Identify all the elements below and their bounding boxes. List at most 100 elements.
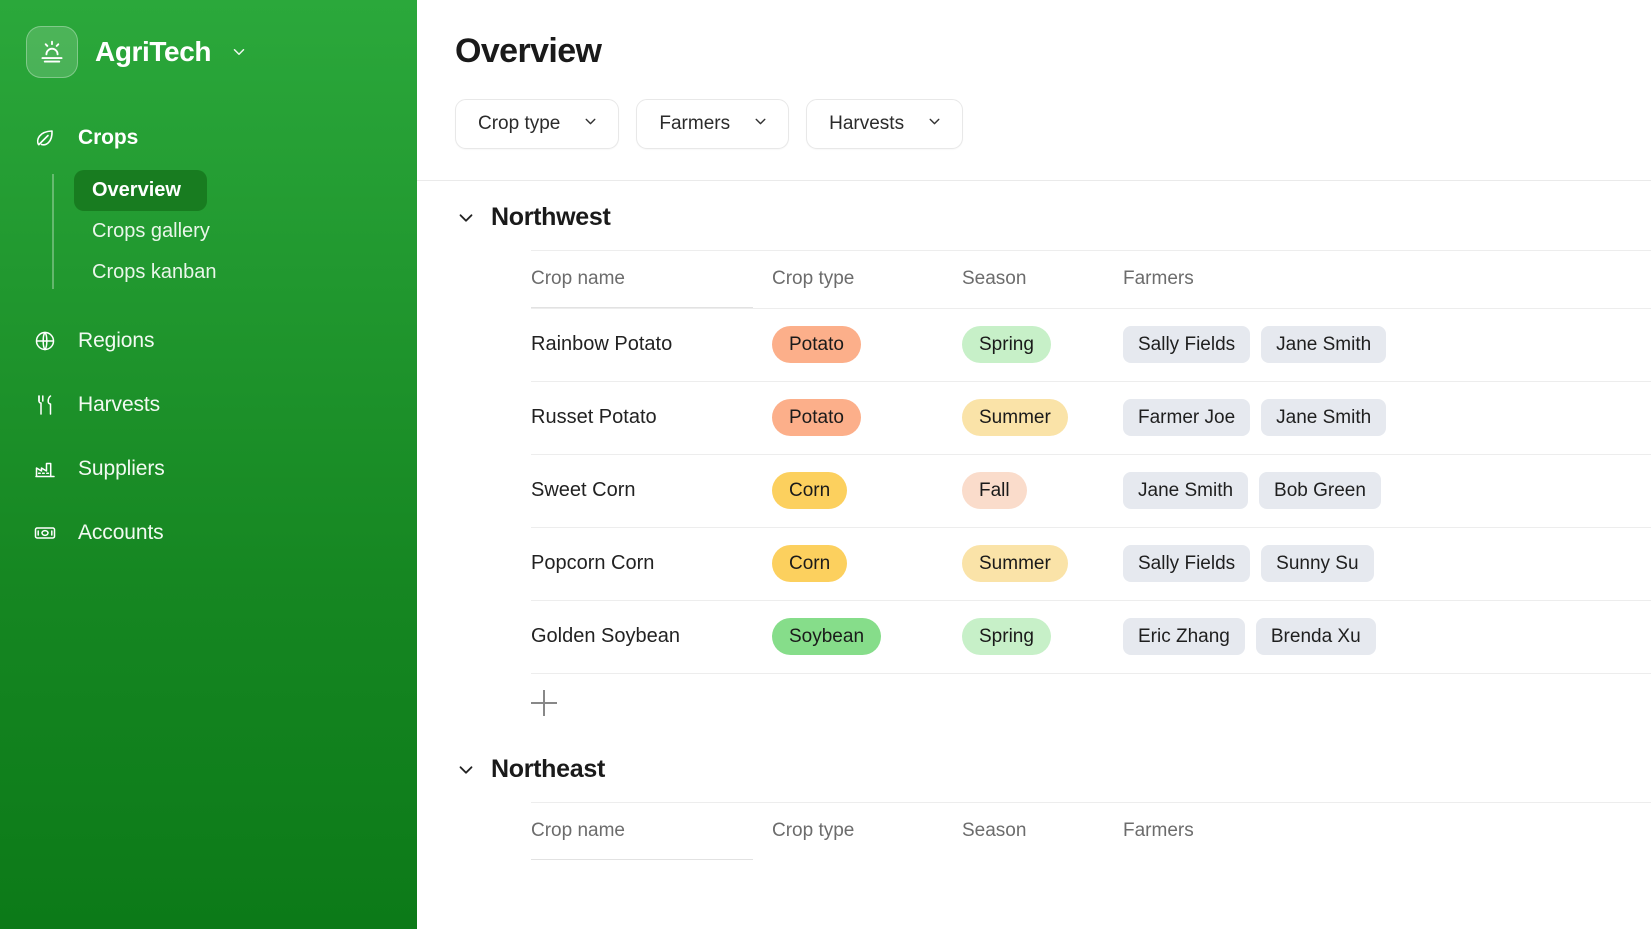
filter-crop-type-button[interactable]: Crop type: [455, 99, 620, 149]
column-header-season[interactable]: Season: [962, 268, 1123, 290]
cell-farmers: Farmer Joe Jane Smith: [1123, 399, 1651, 436]
cell-farmers: Eric Zhang Brenda Xu: [1123, 618, 1651, 655]
farmer-chip: Brenda Xu: [1255, 618, 1376, 655]
table-row[interactable]: Golden Soybean Soybean Spring Eric Zhang…: [531, 600, 1651, 673]
season-badge: Spring: [962, 618, 1051, 655]
leaf-icon: [32, 125, 58, 151]
globe-icon: [32, 328, 58, 354]
section-northeast: Northeast Crop name Crop type Season Far…: [417, 733, 1651, 860]
column-header-crop-name[interactable]: Crop name: [531, 820, 772, 842]
sidebar-item-crops-kanban[interactable]: Crops kanban: [74, 252, 395, 293]
farmer-chip: Jane Smith: [1123, 472, 1249, 509]
crop-type-badge: Soybean: [772, 618, 882, 655]
cell-season: Spring: [962, 326, 1123, 363]
crops-table-northeast: Crop name Crop type Season Farmers: [417, 802, 1651, 860]
table-row[interactable]: Rainbow Potato Potato Spring Sally Field…: [531, 308, 1651, 381]
sidebar-item-crops-gallery[interactable]: Crops gallery: [74, 211, 395, 252]
farmer-chip: Farmer Joe: [1123, 399, 1251, 436]
crop-type-badge: Corn: [772, 472, 848, 509]
season-badge: Fall: [962, 472, 1027, 509]
sidebar-item-label: Suppliers: [78, 457, 165, 480]
section-header[interactable]: Northwest: [417, 203, 1651, 232]
sidebar: AgriTech Crops Overview Crops gallery Cr…: [0, 0, 417, 929]
column-header-crop-type[interactable]: Crop type: [772, 820, 962, 842]
filter-label: Crop type: [478, 113, 561, 134]
sidebar-item-crops[interactable]: Crops: [0, 116, 417, 160]
farmer-chip: Jane Smith: [1261, 326, 1387, 363]
filter-harvests-button[interactable]: Harvests: [806, 99, 964, 149]
cell-farmers: Sally Fields Jane Smith: [1123, 326, 1651, 363]
cell-crop-name: Golden Soybean: [531, 625, 681, 647]
cell-crop-type: Soybean: [772, 618, 962, 655]
season-badge: Spring: [962, 326, 1051, 363]
sunrise-icon: [26, 26, 78, 78]
season-badge: Summer: [962, 399, 1068, 436]
page-title: Overview: [455, 32, 602, 70]
cell-crop-name: Russet Potato: [531, 406, 657, 428]
chevron-down-icon: [926, 113, 943, 136]
sidebar-item-accounts[interactable]: Accounts: [0, 501, 417, 565]
crop-type-badge: Potato: [772, 326, 861, 363]
column-header-crop-type[interactable]: Crop type: [772, 268, 962, 290]
farmer-chip: Eric Zhang: [1123, 618, 1245, 655]
table-row[interactable]: Sweet Corn Corn Fall Jane Smith Bob Gree…: [531, 454, 1651, 527]
column-header-crop-name[interactable]: Crop name: [531, 268, 772, 290]
crop-type-badge: Corn: [772, 545, 848, 582]
cell-crop-name: Popcorn Corn: [531, 552, 655, 574]
sidebar-item-harvests[interactable]: Harvests: [0, 373, 417, 437]
plus-icon: [531, 690, 557, 716]
brand-name: AgriTech: [95, 36, 212, 67]
cell-crop-type: Potato: [772, 399, 962, 436]
table-row[interactable]: Russet Potato Potato Summer Farmer Joe J…: [531, 381, 1651, 454]
crop-type-badge: Potato: [772, 399, 861, 436]
filter-label: Farmers: [659, 113, 731, 134]
chevron-down-icon[interactable]: [455, 207, 477, 229]
section-title: Northwest: [491, 203, 611, 231]
sidebar-item-label: Harvests: [78, 393, 161, 416]
chevron-down-icon: [752, 113, 769, 136]
farmer-chip: Sunny Su: [1261, 545, 1374, 582]
cell-season: Fall: [962, 472, 1123, 509]
main-content: Overview Crop type Farmers Harvests Nort…: [417, 0, 1651, 929]
brand-header[interactable]: AgriTech: [0, 0, 417, 78]
cell-farmers: Jane Smith Bob Green: [1123, 472, 1651, 509]
cell-crop-name: Rainbow Potato: [531, 333, 673, 355]
section-header[interactable]: Northeast: [417, 755, 1651, 784]
cell-season: Summer: [962, 399, 1123, 436]
cell-season: Summer: [962, 545, 1123, 582]
sidebar-subnav-crops: Overview Crops gallery Crops kanban: [0, 170, 417, 293]
cell-crop-type: Corn: [772, 545, 962, 582]
section-northwest: Northwest Crop name Crop type Season Far…: [417, 181, 1651, 733]
farmer-chip: Jane Smith: [1261, 399, 1387, 436]
cell-crop-name: Sweet Corn: [531, 479, 636, 501]
sidebar-item-suppliers[interactable]: Suppliers: [0, 437, 417, 501]
chevron-down-icon[interactable]: [455, 759, 477, 781]
column-header-season[interactable]: Season: [962, 820, 1123, 842]
cell-crop-type: Potato: [772, 326, 962, 363]
column-header-farmers[interactable]: Farmers: [1123, 820, 1651, 842]
column-header-farmers[interactable]: Farmers: [1123, 268, 1651, 290]
cell-crop-type: Corn: [772, 472, 962, 509]
add-row-button[interactable]: [531, 673, 1651, 733]
sidebar-item-regions[interactable]: Regions: [0, 309, 417, 373]
sidebar-item-label: Regions: [78, 329, 155, 352]
sidebar-item-label: Accounts: [78, 521, 164, 544]
cell-farmers: Sally Fields Sunny Su: [1123, 545, 1651, 582]
chevron-down-icon[interactable]: [230, 43, 248, 61]
sidebar-item-overview[interactable]: Overview: [74, 170, 207, 211]
cell-season: Spring: [962, 618, 1123, 655]
app-root: AgriTech Crops Overview Crops gallery Cr…: [0, 0, 1651, 929]
filter-farmers-button[interactable]: Farmers: [636, 99, 790, 149]
season-badge: Summer: [962, 545, 1068, 582]
fork-knife-icon: [32, 392, 58, 418]
banknote-icon: [32, 520, 58, 546]
chevron-down-icon: [582, 113, 599, 136]
farmer-chip: Sally Fields: [1123, 545, 1251, 582]
crops-table-northwest: Crop name Crop type Season Farmers Rainb…: [417, 250, 1651, 733]
table-row[interactable]: Popcorn Corn Corn Summer Sally Fields Su…: [531, 527, 1651, 600]
filter-label: Harvests: [829, 113, 905, 134]
sidebar-item-label: Crops: [78, 126, 139, 149]
table-header-row: Crop name Crop type Season Farmers: [531, 250, 1651, 308]
sidebar-nav: Crops Overview Crops gallery Crops kanba…: [0, 116, 417, 565]
farmer-chip: Bob Green: [1259, 472, 1381, 509]
